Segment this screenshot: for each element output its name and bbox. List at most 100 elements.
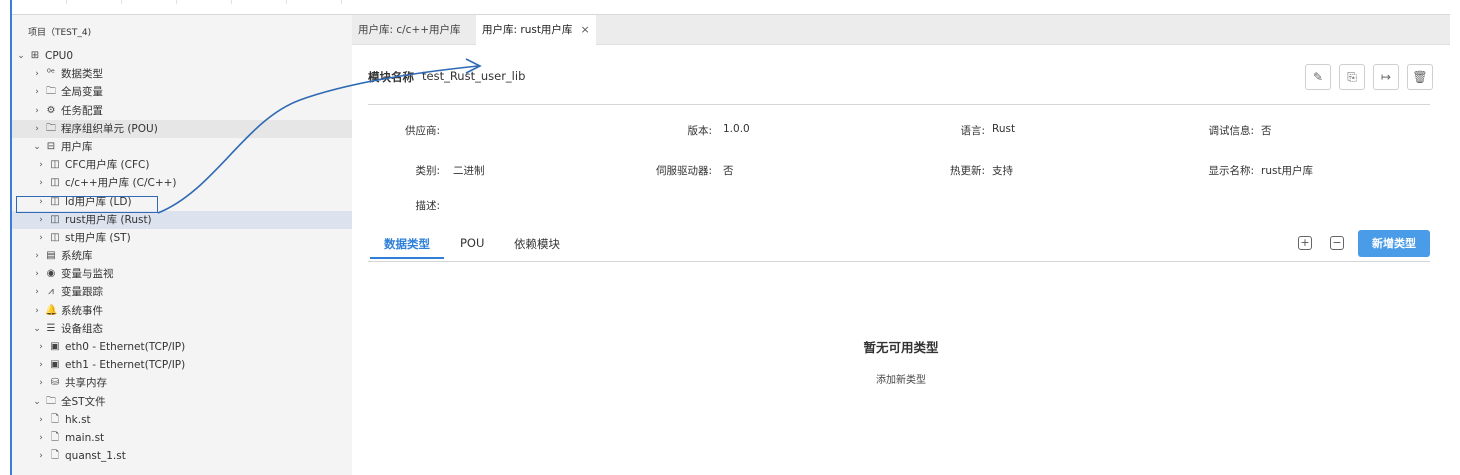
tree-item[interactable]: › ◫ c/c++用户库 (C/C++) <box>12 174 352 192</box>
tree-item[interactable]: › ▣ eth1 - Ethernet(TCP/IP) <box>12 356 352 374</box>
header-divider <box>368 104 1430 105</box>
chevron-right-icon[interactable]: › <box>32 302 42 320</box>
tab-rust-library[interactable]: 用户库: rust用户库 × <box>476 15 596 45</box>
close-icon[interactable]: × <box>580 23 589 36</box>
tree-item-label: 系统库 <box>61 250 93 263</box>
chevron-down-icon[interactable]: ⌄ <box>16 47 26 65</box>
tab-cpp-library[interactable]: 用户库: c/c++用户库 <box>352 15 467 45</box>
empty-state-subtitle: 添加新类型 <box>876 375 926 386</box>
chevron-right-icon[interactable]: › <box>32 102 42 120</box>
tree-item-label: 数据类型 <box>61 68 103 81</box>
tree-item-label: 设备组态 <box>61 322 103 335</box>
tree-item[interactable]: › ◉ 变量与监视 <box>12 265 352 283</box>
tree-item[interactable]: › ◫ st用户库 (ST) <box>12 229 352 247</box>
ethernet-icon: ▣ <box>50 359 60 371</box>
tree-item[interactable]: › ⁰ᵉ 数据类型 <box>12 65 352 83</box>
tree-item[interactable]: › 🗋 main.st <box>12 429 352 447</box>
vendor-label: 供应商: <box>404 125 440 137</box>
tree-item[interactable]: ⌄ ⊟ 用户库 <box>12 138 352 156</box>
debug-info-label: 调试信息: <box>1208 125 1254 137</box>
chevron-right-icon[interactable]: › <box>36 229 46 247</box>
collapse-all-icon[interactable]: − <box>1330 236 1344 250</box>
system-library-icon: ▤ <box>46 250 56 262</box>
eye-icon: ◉ <box>46 268 56 280</box>
edit-button[interactable]: ✎ <box>1305 64 1331 90</box>
chevron-right-icon[interactable]: › <box>32 247 42 265</box>
tree-item-label: hk.st <box>65 413 91 426</box>
folder-icon: 🗀 <box>46 86 56 98</box>
tree-item[interactable]: › 🗋 hk.st <box>12 411 352 429</box>
servo-driver-value: 否 <box>723 165 734 177</box>
database-icon: ⛁ <box>50 377 60 389</box>
export-button[interactable]: ↦ <box>1373 64 1399 90</box>
hot-update-value: 支持 <box>992 165 1013 177</box>
chevron-right-icon[interactable]: › <box>36 447 46 465</box>
editor-tab-bar: 用户库: c/c++用户库 用户库: rust用户库 × <box>352 15 1450 45</box>
chevron-right-icon[interactable]: › <box>36 411 46 429</box>
module-name-label: 模块名称 <box>368 70 414 84</box>
tree-item[interactable]: › 🗀 程序组织单元 (POU) <box>12 119 352 138</box>
tree-item[interactable]: › 🗋 quanst_1.st <box>12 447 352 465</box>
chevron-right-icon[interactable]: › <box>32 83 42 101</box>
top-ruler <box>12 0 352 4</box>
subtab-dependencies[interactable]: 依赖模块 <box>514 236 560 252</box>
tree-item-label: 共享内存 <box>65 377 107 390</box>
tree-item[interactable]: ⌄ 🗀 全ST文件 <box>12 393 352 411</box>
language-value: Rust <box>992 123 1016 135</box>
tree-item-label: 任务配置 <box>61 104 103 117</box>
ethernet-icon: ▣ <box>50 341 60 352</box>
bell-icon: 🔔 <box>45 304 58 316</box>
description-label: 描述: <box>415 200 440 212</box>
tree-item[interactable]: › ▤ 系统库 <box>12 247 352 265</box>
chevron-right-icon[interactable]: › <box>36 211 46 229</box>
chevron-right-icon[interactable]: › <box>36 338 46 356</box>
tree-item[interactable]: › ◫ rust用户库 (Rust) <box>12 210 352 229</box>
book-icon: ◫ <box>50 159 60 171</box>
chevron-right-icon[interactable]: › <box>32 120 42 138</box>
tree-item[interactable]: ⌄ ☰ 设备组态 <box>12 320 352 338</box>
cpu-icon: ⊞ <box>30 50 40 61</box>
delete-button[interactable]: 🗑 <box>1407 64 1433 90</box>
tree-item[interactable]: › ⛁ 共享内存 <box>12 374 352 392</box>
chevron-right-icon[interactable]: › <box>36 374 46 392</box>
tree-item-label: CFC用户库 (CFC) <box>65 159 150 172</box>
add-type-button[interactable]: 新增类型 <box>1358 230 1430 257</box>
tree-item-label: main.st <box>65 431 105 444</box>
chevron-right-icon[interactable]: › <box>36 356 46 374</box>
folder-icon: 🗀 <box>46 122 56 134</box>
tree-item-label: 全局变量 <box>61 86 103 99</box>
tree-item-label: 变量跟踪 <box>61 286 103 299</box>
tree-item[interactable]: › ⩘ 变量跟踪 <box>12 283 352 301</box>
chevron-down-icon[interactable]: ⌄ <box>32 138 42 156</box>
chevron-down-icon[interactable]: ⌄ <box>32 320 42 338</box>
chevron-right-icon[interactable]: › <box>36 174 46 192</box>
tree-item[interactable]: › 🔔 系统事件 <box>12 302 352 320</box>
tree-item[interactable]: › 🗀 全局变量 <box>12 83 352 101</box>
subtab-divider <box>368 261 1430 262</box>
servo-driver-label: 伺服驱动器: <box>655 165 712 177</box>
tree-item[interactable]: › ⚙ 任务配置 <box>12 102 352 120</box>
expand-all-icon[interactable]: + <box>1298 236 1312 250</box>
tree-item[interactable]: › ◫ CFC用户库 (CFC) <box>12 156 352 174</box>
chevron-down-icon[interactable]: ⌄ <box>32 393 42 411</box>
tree-item[interactable]: ⌄ ⊞ CPU0 <box>12 47 352 65</box>
version-label: 版本: <box>687 125 712 137</box>
chevron-right-icon[interactable]: › <box>36 429 46 447</box>
tree-item-label: CPU0 <box>45 50 74 62</box>
tree-item-label: quanst_1.st <box>65 450 126 463</box>
chevron-right-icon[interactable]: › <box>32 65 42 83</box>
tree-item-label: 用户库 <box>61 140 93 153</box>
subtab-data-types[interactable]: 数据类型 <box>384 236 430 252</box>
file-export-button[interactable]: ⎘ <box>1339 64 1365 90</box>
chevron-right-icon[interactable]: › <box>32 283 42 301</box>
project-sidebar: 项目（TEST_4) ⌄ ⊞ CPU0 › ⁰ᵉ 数据类型 › 🗀 全局变量 › ⚙ 任务配置 › 🗀 程序… <box>12 15 352 475</box>
tree-item[interactable]: › ▣ eth0 - Ethernet(TCP/IP) <box>12 338 352 356</box>
active-subtab-indicator <box>370 257 444 259</box>
chevron-right-icon[interactable]: › <box>32 265 42 283</box>
edit-icon: ✎ <box>1312 70 1324 84</box>
subtab-pou[interactable]: POU <box>460 236 484 250</box>
gear-icon: ⚙ <box>46 104 56 116</box>
display-name-value: rust用户库 <box>1261 165 1314 177</box>
chevron-right-icon[interactable]: › <box>36 156 46 174</box>
book-icon: ◫ <box>50 177 60 189</box>
